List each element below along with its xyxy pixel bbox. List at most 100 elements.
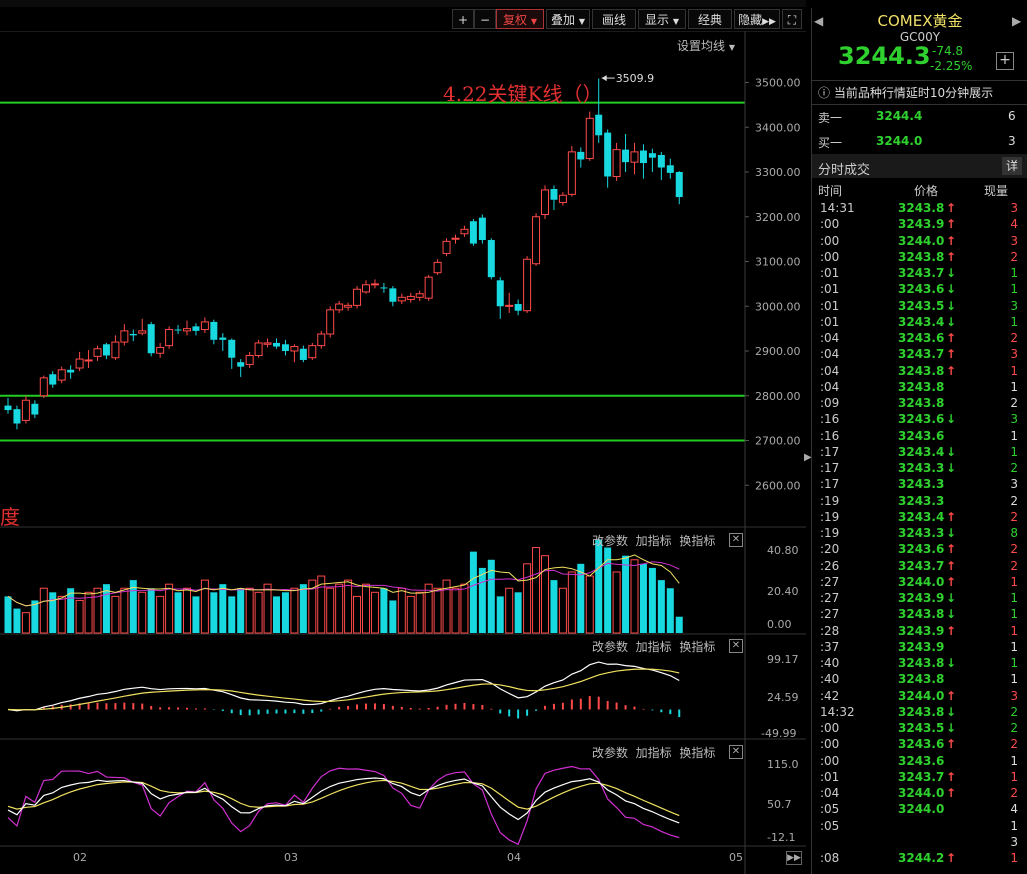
candle-body [657, 154, 665, 168]
jingdian-button[interactable]: 经典 [688, 9, 732, 29]
candle-body [406, 295, 415, 301]
candle-body [487, 240, 495, 278]
volume-bar [13, 608, 21, 633]
tick-price: 3243.4 [898, 444, 945, 459]
tick-price: 3243.9 [898, 623, 945, 638]
up-arrow-icon: ↑ [946, 233, 957, 248]
candle-body [67, 369, 75, 373]
add-indicator-button[interactable]: 加指标 [636, 746, 672, 760]
scroll-right-icon[interactable]: ▶▶ [786, 851, 802, 865]
y-tick-label: 3400.00 [755, 121, 801, 134]
candle-body [478, 217, 486, 241]
candle-body [604, 132, 612, 177]
tick-time: :27 [820, 574, 840, 589]
candle-body [4, 405, 12, 411]
tick-row: :04 3243.8 ↑ 1 [812, 363, 1027, 379]
close-icon[interactable]: ✕ [729, 745, 743, 759]
tick-price: 3243.8 [898, 201, 945, 215]
tick-time: :09 [820, 396, 840, 410]
tick-time: :19 [820, 509, 840, 524]
tick-price: 3243.6 [898, 753, 945, 768]
volume-bar [370, 591, 379, 634]
change-params-button[interactable]: 改参数 [592, 534, 628, 548]
volume-bar [532, 547, 541, 634]
volume-bar [639, 563, 647, 633]
x-tick-label: 04 [507, 851, 521, 864]
tick-price: 3244.0 [898, 233, 945, 248]
col-vol-header: 现量 [984, 184, 1009, 198]
close-icon[interactable]: ✕ [729, 533, 743, 547]
candle-body [380, 287, 388, 289]
candle-body [290, 346, 299, 352]
down-arrow-icon: ↓ [946, 591, 957, 605]
switch-indicator-button[interactable]: 换指标 [679, 534, 715, 548]
add-watchlist-button[interactable]: + [996, 52, 1014, 70]
ask-price: 3244.4 [876, 109, 923, 123]
ma-settings-button[interactable]: 设置均线 ▼ [677, 37, 735, 54]
key-candle-annotation: 4.22关键K线（） [443, 82, 603, 106]
volume-bar [344, 579, 353, 634]
fuquan-button[interactable]: 复权 ▼ [496, 9, 544, 29]
volume-bar [397, 587, 406, 634]
tick-row: :00 3243.9 ↑ 4 [812, 216, 1027, 232]
volume-bar [147, 588, 155, 633]
tick-price: 3243.3 [898, 493, 945, 508]
tick-volume: 3 [1010, 201, 1018, 215]
close-icon[interactable]: ✕ [729, 639, 743, 653]
ma-settings-label: 设置均线 [677, 39, 726, 53]
candle-body [460, 228, 469, 235]
up-arrow-icon: ↑ [946, 347, 957, 362]
zoom-out-button[interactable]: − [474, 9, 496, 29]
last-price: 3244.3 [838, 42, 931, 70]
add-indicator-button[interactable]: 加指标 [636, 534, 672, 548]
tick-time: :17 [820, 477, 840, 492]
detail-button[interactable]: 详 [1002, 157, 1022, 175]
huaxian-button[interactable]: 画线 [592, 9, 636, 29]
change-params-button[interactable]: 改参数 [592, 640, 628, 654]
x-tick-label: 05 [729, 851, 743, 864]
down-arrow-icon: ↓ [946, 282, 957, 297]
tick-time: :05 [820, 818, 840, 833]
switch-indicator-button[interactable]: 换指标 [679, 746, 715, 760]
tick-time: :26 [820, 558, 840, 573]
tick-row: :27 3243.8 ↓ 1 [812, 606, 1027, 622]
kdj-panel [7, 765, 680, 846]
volume-bar [505, 587, 514, 634]
candle-body [156, 346, 165, 354]
candle-body [273, 342, 280, 347]
volume-bar [263, 583, 272, 634]
tick-row: :04 3243.7 ↑ 3 [812, 346, 1027, 362]
diejia-button[interactable]: 叠加 ▼ [546, 9, 590, 29]
candle-body [120, 330, 129, 343]
tick-row: 3 [812, 834, 1027, 850]
expand-icon[interactable]: ⛶ [782, 9, 802, 29]
switch-indicator-button[interactable]: 换指标 [679, 640, 715, 654]
tick-volume: 2 [1010, 786, 1018, 800]
candle-body [138, 330, 147, 334]
xianshi-button[interactable]: 显示 ▼ [638, 9, 686, 29]
tick-volume: 4 [1010, 217, 1018, 232]
tick-volume: 2 [1010, 737, 1018, 752]
macd-tick-label: 24.59 [767, 691, 799, 704]
change-params-button[interactable]: 改参数 [592, 746, 628, 760]
tick-time: :08 [820, 851, 840, 865]
zoom-in-button[interactable]: + [452, 9, 474, 29]
price-change-pct: -2.25% [930, 59, 973, 73]
y-tick-label: 3200.00 [755, 211, 801, 224]
x-tick-label: 02 [73, 851, 87, 864]
candle-body [442, 240, 451, 254]
candle-body [424, 276, 433, 299]
candle-body [541, 189, 549, 216]
volume-bar [496, 596, 504, 633]
candle-body [210, 321, 218, 340]
tick-volume: 1 [1010, 818, 1018, 833]
tick-price: 3243.6 [898, 428, 945, 443]
tick-time: :27 [820, 591, 840, 605]
tick-price: 3243.8 [898, 656, 945, 670]
add-indicator-button[interactable]: 加指标 [636, 640, 672, 654]
tick-row: :00 3243.5 ↓ 2 [812, 720, 1027, 736]
tick-list[interactable]: 14:31 3243.8 ↑ 3:00 3243.9 ↑ 4:00 3244.0 ↑ 3:00 32… [812, 200, 1027, 874]
tick-row: :08 3244.2 ↑ 1 [812, 850, 1027, 866]
yincang-button[interactable]: 隐藏▶▶ [734, 9, 780, 29]
tick-price: 3243.8 [898, 249, 945, 264]
